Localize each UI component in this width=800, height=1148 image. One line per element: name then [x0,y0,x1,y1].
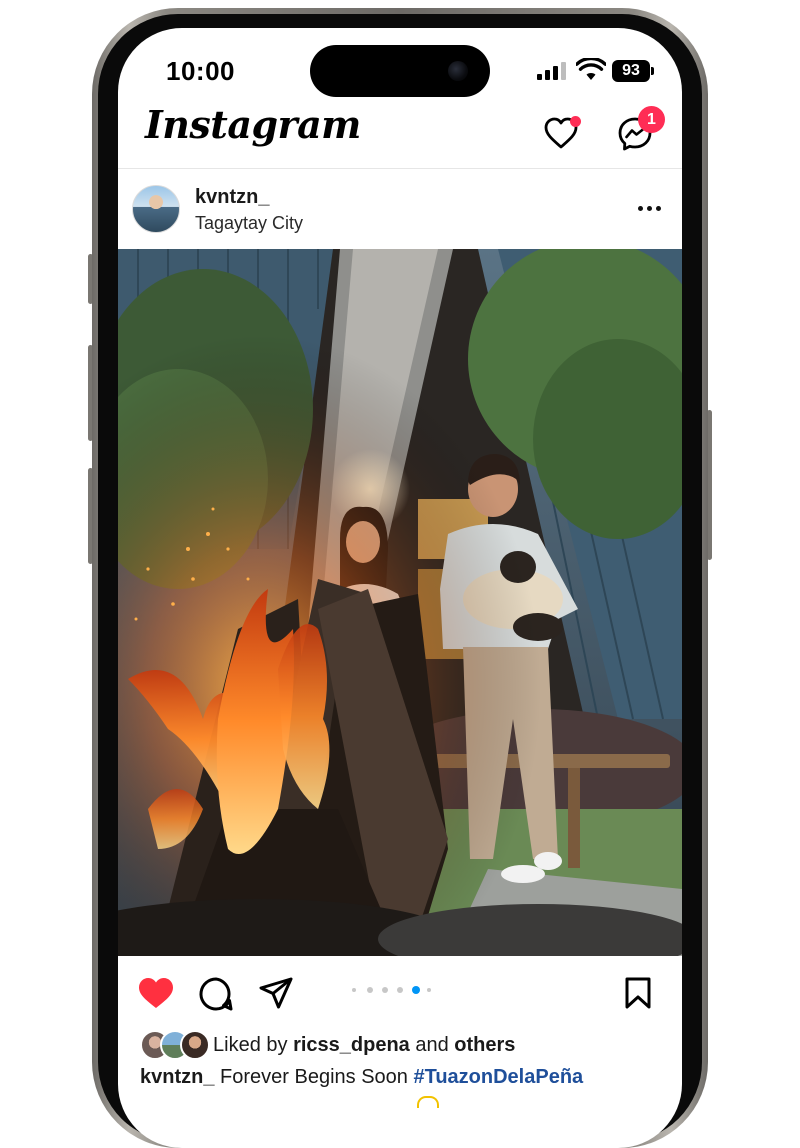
like-icon[interactable] [137,976,175,1010]
liked-by-connector: and [415,1034,449,1056]
post-caption: kvntzn_ Forever Begins Soon #TuazonDelaP… [140,1066,583,1089]
carousel-dot [382,987,388,993]
share-icon[interactable] [258,976,294,1010]
liked-by-user[interactable]: ricss_dpena [293,1034,410,1056]
avatar[interactable] [132,185,180,233]
post-username[interactable]: kvntzn_ [195,186,269,209]
battery-icon: 93 [612,60,650,82]
front-camera [448,61,468,81]
liked-by-prefix: Liked by [213,1034,288,1056]
liked-by-text[interactable]: Liked by ricss_dpena and others [213,1034,515,1057]
post-location[interactable]: Tagaytay City [195,213,303,234]
comment-icon[interactable] [198,976,234,1012]
status-time: 10:00 [166,56,235,86]
carousel-dot [397,987,403,993]
wifi-icon [576,58,606,80]
carousel-dot [367,987,373,993]
activity-dot [570,116,581,127]
signal-icon [537,62,569,80]
caption-username[interactable]: kvntzn_ [140,1066,214,1088]
battery-tip [651,67,654,75]
notification-badge: 1 [638,106,665,133]
caption-text: Forever Begins Soon [220,1066,408,1088]
post-photo[interactable] [118,249,682,956]
emoji-peek [417,1096,439,1108]
instagram-logo[interactable]: Instagram [145,102,361,147]
caption-hashtag[interactable]: #TuazonDelaPeña [413,1066,583,1088]
avatar [180,1030,210,1060]
dynamic-island [310,45,490,97]
header-divider [118,168,682,169]
liked-by-others[interactable]: others [454,1034,515,1056]
carousel-dot-active [412,986,420,994]
carousel-dot [427,988,431,992]
carousel-dot [352,988,356,992]
more-icon[interactable] [636,197,664,221]
bookmark-icon[interactable] [623,976,653,1010]
